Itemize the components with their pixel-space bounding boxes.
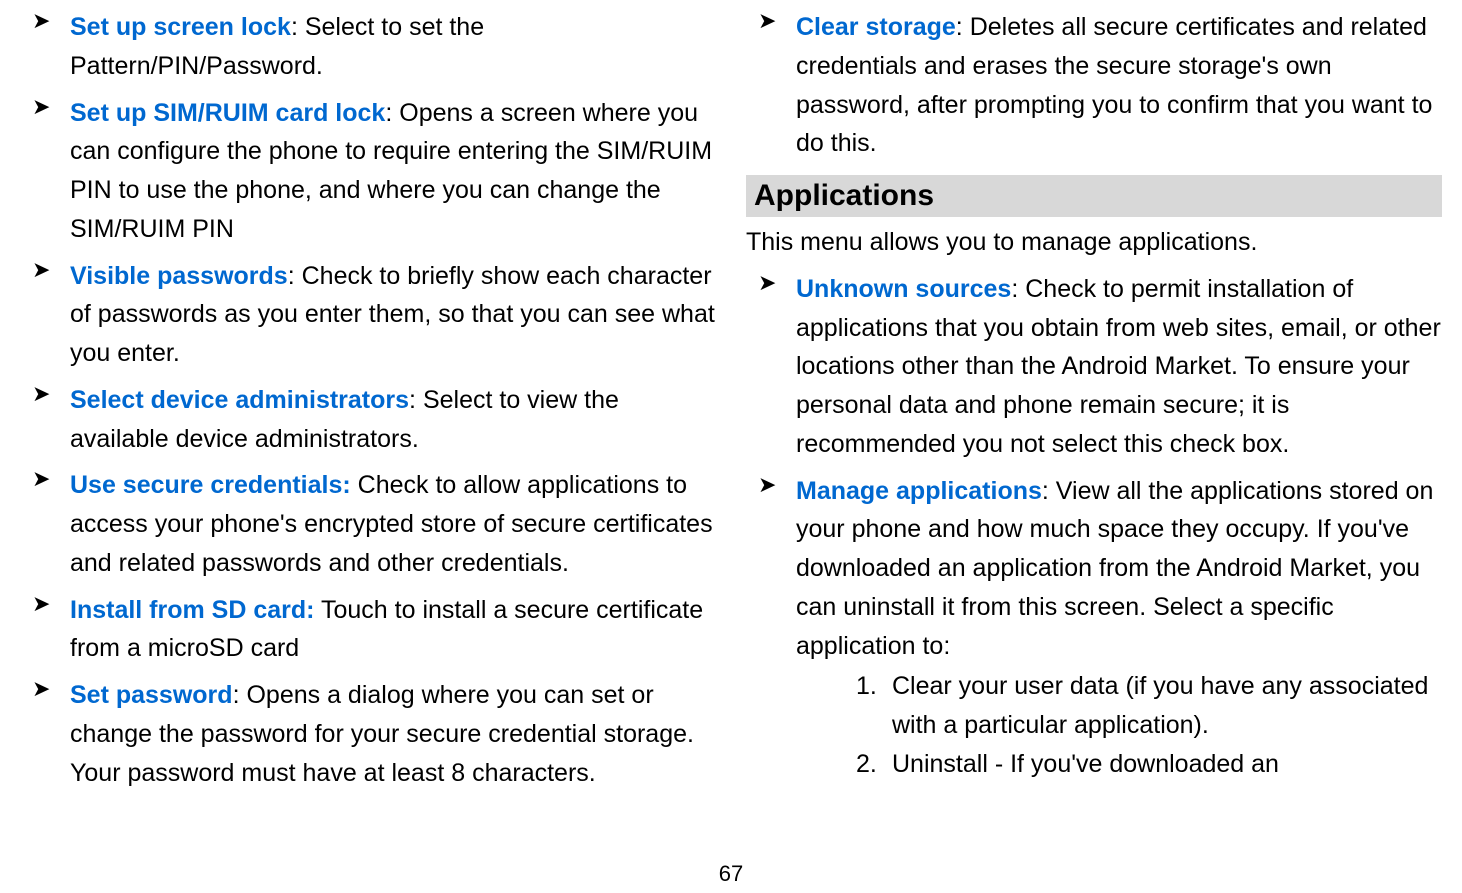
bullet-icon: ➤: [20, 257, 70, 373]
item-content: Visible passwords: Check to briefly show…: [70, 257, 716, 373]
item-content: Select device administrators: Select to …: [70, 381, 716, 459]
bullet-icon: ➤: [746, 8, 796, 163]
bullet-icon: ➤: [20, 676, 70, 792]
item-sep: :: [291, 13, 305, 41]
number: 1.: [856, 667, 892, 745]
list-item: ➤ Set up screen lock: Select to set the …: [20, 8, 716, 86]
item-label: Install from SD card:: [70, 596, 315, 624]
list-item: ➤ Set password: Opens a dialog where you…: [20, 676, 716, 792]
list-item: ➤ Clear storage: Deletes all secure cert…: [746, 8, 1442, 163]
item-label: Set up screen lock: [70, 13, 291, 41]
bullet-icon: ➤: [746, 270, 796, 464]
bullet-icon: ➤: [746, 472, 796, 666]
item-label: Unknown sources: [796, 275, 1011, 303]
numbered-list: 1. Clear your user data (if you have any…: [746, 667, 1442, 783]
numbered-item: 1. Clear your user data (if you have any…: [856, 667, 1442, 745]
item-sep: :: [409, 386, 423, 414]
item-content: Manage applications: View all the applic…: [796, 472, 1442, 666]
item-sep: :: [956, 13, 970, 41]
bullet-icon: ➤: [20, 8, 70, 86]
list-item: ➤ Install from SD card: Touch to install…: [20, 591, 716, 669]
item-sep: :: [233, 681, 247, 709]
page-number: 67: [719, 861, 743, 887]
item-label: Clear storage: [796, 13, 956, 41]
section-intro: This menu allows you to manage applicati…: [746, 223, 1442, 262]
numbered-item: 2. Uninstall - If you've downloaded an: [856, 745, 1442, 784]
list-item: ➤ Unknown sources: Check to permit insta…: [746, 270, 1442, 464]
item-label: Manage applications: [796, 477, 1042, 505]
item-label: Set password: [70, 681, 233, 709]
item-sep: :: [1042, 477, 1056, 505]
number-text: Uninstall - If you've downloaded an: [892, 745, 1442, 784]
bullet-icon: ➤: [20, 381, 70, 459]
item-label: Use secure credentials:: [70, 471, 351, 499]
left-column: ➤ Set up screen lock: Select to set the …: [20, 8, 716, 800]
item-content: Set password: Opens a dialog where you c…: [70, 676, 716, 792]
item-sep: :: [385, 99, 399, 127]
bullet-icon: ➤: [20, 94, 70, 249]
item-content: Clear storage: Deletes all secure certif…: [796, 8, 1442, 163]
item-sep: [351, 471, 358, 499]
bullet-icon: ➤: [20, 466, 70, 582]
section-heading: Applications: [746, 175, 1442, 217]
number-text: Clear your user data (if you have any as…: [892, 667, 1442, 745]
bullet-icon: ➤: [20, 591, 70, 669]
number: 2.: [856, 745, 892, 784]
item-label: Set up SIM/RUIM card lock: [70, 99, 385, 127]
item-content: Unknown sources: Check to permit install…: [796, 270, 1442, 464]
item-content: Install from SD card: Touch to install a…: [70, 591, 716, 669]
item-content: Set up screen lock: Select to set the Pa…: [70, 8, 716, 86]
list-item: ➤ Visible passwords: Check to briefly sh…: [20, 257, 716, 373]
item-sep: :: [1011, 275, 1025, 303]
item-content: Set up SIM/RUIM card lock: Opens a scree…: [70, 94, 716, 249]
list-item: ➤ Manage applications: View all the appl…: [746, 472, 1442, 666]
item-label: Visible passwords: [70, 262, 288, 290]
item-content: Use secure credentials: Check to allow a…: [70, 466, 716, 582]
list-item: ➤ Use secure credentials: Check to allow…: [20, 466, 716, 582]
list-item: ➤ Set up SIM/RUIM card lock: Opens a scr…: [20, 94, 716, 249]
item-label: Select device administrators: [70, 386, 409, 414]
list-item: ➤ Select device administrators: Select t…: [20, 381, 716, 459]
item-sep: :: [288, 262, 302, 290]
right-column: ➤ Clear storage: Deletes all secure cert…: [746, 8, 1442, 800]
